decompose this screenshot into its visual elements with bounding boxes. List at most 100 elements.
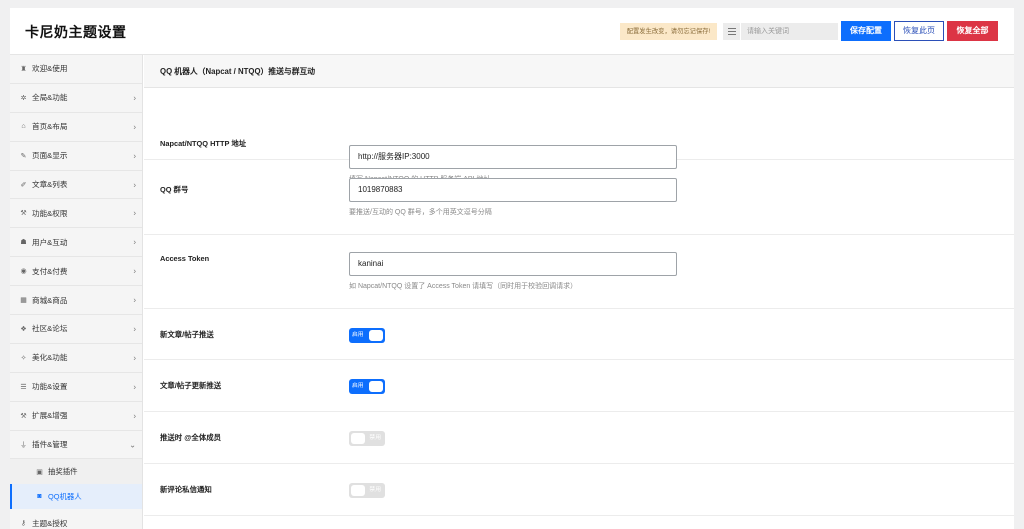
- toggle-state-text: 启用: [352, 383, 364, 389]
- save-button[interactable]: 保存配置: [841, 21, 891, 41]
- sidebar-item[interactable]: ⚒ 功能&权限 ›: [10, 199, 142, 229]
- chevron-right-icon: ›: [133, 295, 136, 305]
- field-label: Access Token: [160, 254, 210, 263]
- coin-icon: ◉: [20, 268, 27, 276]
- chevron-right-icon: ›: [133, 353, 136, 363]
- sidebar-item[interactable]: ✲ 全局&功能 ›: [10, 83, 142, 113]
- chevron-right-icon: ›: [133, 180, 136, 189]
- list-icon: ☰: [20, 383, 27, 391]
- community-icon: ❖: [20, 325, 27, 333]
- toggle-row: 新文章/帖子推送 启用: [144, 309, 1014, 360]
- chevron-right-icon: ›: [133, 237, 136, 247]
- toggle-knob: [351, 485, 365, 496]
- toggle-switch[interactable]: 禁用: [349, 483, 385, 498]
- sidebar-item[interactable]: ⚷ 主题&授权: [10, 509, 142, 529]
- chevron-down-icon: ⌄: [129, 440, 136, 450]
- toggle-switch[interactable]: 禁用: [349, 431, 385, 446]
- sidebar-item[interactable]: ⌂ 首页&布局 ›: [10, 112, 142, 142]
- sidebar-subitem-label: 抽奖插件: [48, 467, 78, 477]
- sidebar-item-label: 主题&授权: [32, 518, 68, 528]
- chevron-right-icon: ›: [133, 208, 136, 218]
- qq-group-input[interactable]: 1019870883: [349, 178, 677, 202]
- sidebar-subitem-label: QQ机器人: [48, 492, 82, 502]
- settings-panel: 卡尼奶主题设置 配置发生改变，请勿忘记保存! 保存配置 恢复此页 恢复全部 ♜ 欢…: [10, 8, 1014, 529]
- field-label: Napcat/NTQQ HTTP 地址: [160, 139, 247, 148]
- sidebar-item-label: 全局&功能: [32, 93, 68, 103]
- sidebar-item[interactable]: ▦ 商城&商品 ›: [10, 286, 142, 316]
- field-label: 推送时 @全体成员: [160, 433, 221, 442]
- toggle-row: 新评论私信通知 禁用: [144, 464, 1014, 516]
- robot-icon: ◙: [37, 493, 42, 501]
- sidebar: ♜ 欢迎&使用 ✲ 全局&功能 › ⌂ 首页&布局 › ✎ 页面&显示 › ✐ 文章&列表 › ⚒ 功能&权限…: [10, 55, 143, 529]
- sidebar-subitem[interactable]: ◙ QQ机器人: [10, 484, 142, 510]
- field-description: 如 Napcat/NTQQ 设置了 Access Token 请填写（同时用于校…: [349, 283, 578, 290]
- field-label: 新文章/帖子推送: [160, 330, 214, 339]
- toggle-row: 文章/帖子更新推送 启用: [144, 360, 1014, 412]
- sidebar-item-label: 页面&显示: [32, 151, 68, 161]
- sidebar-item-label: 插件&管理: [32, 440, 68, 450]
- field-http-address: Napcat/NTQQ HTTP 地址 http://服务器IP:3000 填写…: [144, 88, 1014, 183]
- toggle-state-text: 禁用: [369, 435, 381, 441]
- page-title: 卡尼奶主题设置: [25, 24, 127, 40]
- toggle-switch[interactable]: 启用: [349, 379, 385, 394]
- chevron-right-icon: ›: [133, 151, 136, 161]
- field-description: 要推送/互动的 QQ 群号，多个用英文逗号分隔: [349, 209, 492, 216]
- header: 卡尼奶主题设置 配置发生改变，请勿忘记保存! 保存配置 恢复此页 恢复全部: [10, 8, 1014, 55]
- search-toggle-button[interactable]: [723, 23, 740, 40]
- section-title: QQ 机器人（Napcat / NTQQ）推送与群互动: [144, 55, 1014, 88]
- user-icon: ♜: [20, 65, 27, 73]
- search-input[interactable]: [741, 23, 838, 40]
- field-label: 文章/帖子更新推送: [160, 381, 222, 390]
- reset-page-button[interactable]: 恢复此页: [894, 21, 944, 41]
- sidebar-item-label: 扩展&增强: [32, 411, 68, 421]
- sidebar-item[interactable]: ✎ 页面&显示 ›: [10, 141, 142, 171]
- sidebar-item[interactable]: ✐ 文章&列表 ›: [10, 170, 142, 200]
- store-icon: ▦: [20, 297, 27, 305]
- sidebar-item-label: 商城&商品: [32, 295, 68, 305]
- chevron-right-icon: ›: [133, 122, 136, 132]
- main-content: QQ 机器人（Napcat / NTQQ）推送与群互动 Napcat/NTQQ …: [144, 55, 1014, 529]
- sidebar-item[interactable]: ❖ 社区&论坛 ›: [10, 315, 142, 344]
- person-icon: ☗: [20, 239, 27, 247]
- hammer-icon: ⚒: [20, 412, 27, 420]
- sidebar-subitem[interactable]: ▣ 抽奖插件: [10, 459, 142, 485]
- chevron-right-icon: ›: [133, 382, 136, 392]
- sidebar-item[interactable]: ⚒ 扩展&增强 ›: [10, 401, 142, 431]
- sidebar-item[interactable]: ⏚ 插件&管理 ⌄: [10, 430, 142, 460]
- reset-all-button[interactable]: 恢复全部: [947, 21, 998, 41]
- gear-icon: ✲: [20, 94, 27, 102]
- sidebar-item[interactable]: ♜ 欢迎&使用: [10, 55, 142, 84]
- home-icon: ⌂: [21, 123, 26, 131]
- sidebar-item[interactable]: ☗ 用户&互动 ›: [10, 228, 142, 258]
- chevron-right-icon: ›: [133, 411, 136, 421]
- toggle-switch[interactable]: 启用: [349, 328, 385, 343]
- sidebar-item-label: 美化&功能: [32, 353, 68, 363]
- toggle-knob: [351, 433, 365, 444]
- access-token-input[interactable]: kaninai: [349, 252, 677, 276]
- sidebar-item[interactable]: ☰ 功能&设置 ›: [10, 372, 142, 402]
- key-icon: ⚷: [20, 520, 27, 528]
- toggle-state-text: 禁用: [369, 487, 381, 493]
- toggle-knob: [369, 330, 383, 341]
- sidebar-item-label: 用户&互动: [32, 237, 68, 247]
- sidebar-item-label: 社区&论坛: [32, 324, 68, 334]
- field-label: 新评论私信通知: [160, 485, 212, 494]
- sidebar-item-label: 功能&权限: [32, 208, 68, 218]
- chevron-right-icon: ›: [133, 266, 136, 276]
- sidebar-item-label: 首页&布局: [32, 122, 68, 132]
- pushpin-icon: ✐: [20, 181, 27, 189]
- toggle-state-text: 启用: [352, 332, 364, 338]
- sidebar-item-label: 文章&列表: [32, 180, 68, 189]
- sidebar-item-label: 欢迎&使用: [32, 64, 68, 74]
- chevron-right-icon: ›: [133, 324, 136, 334]
- sidebar-item[interactable]: ✧ 美化&功能 ›: [10, 343, 142, 373]
- list-icon: [727, 28, 736, 35]
- field-access-token: Access Token kaninai 如 Napcat/NTQQ 设置了 A…: [144, 235, 1014, 309]
- sidebar-item-label: 功能&设置: [32, 382, 68, 392]
- plug-icon: ⏚: [20, 441, 27, 449]
- gift-icon: ▣: [36, 468, 43, 476]
- sidebar-item-label: 支付&付费: [32, 266, 68, 276]
- sidebar-item[interactable]: ◉ 支付&付费 ›: [10, 257, 142, 287]
- field-label: QQ 群号: [160, 185, 189, 194]
- unsaved-notice: 配置发生改变，请勿忘记保存!: [620, 23, 717, 40]
